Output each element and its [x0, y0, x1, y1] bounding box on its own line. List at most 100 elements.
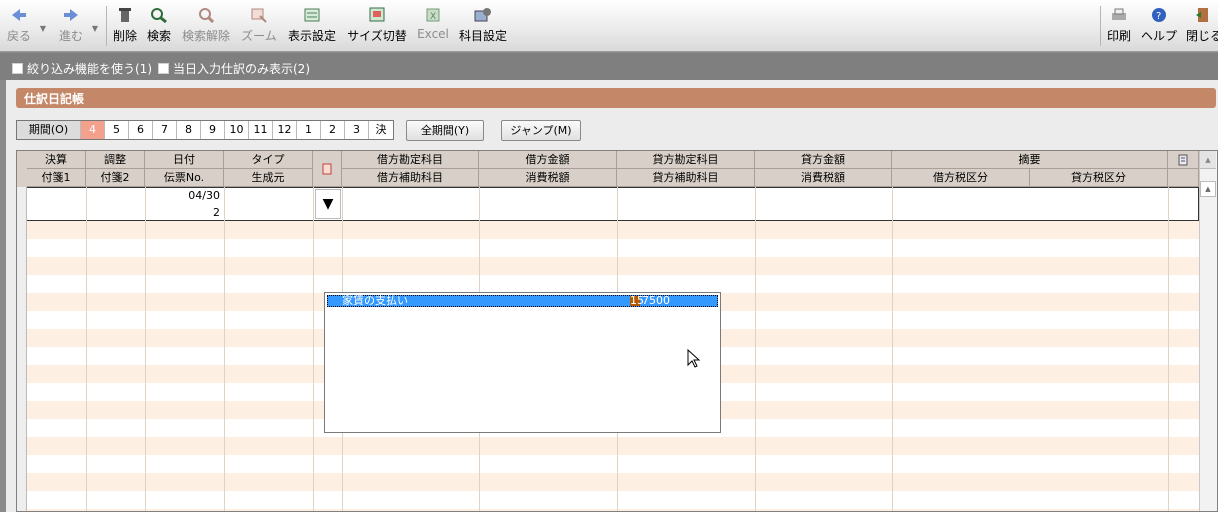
month-6[interactable]: 6 [129, 121, 153, 139]
back-arrow-icon [12, 9, 26, 21]
column-divider [224, 187, 225, 511]
header-memo[interactable] [1168, 151, 1199, 169]
journal-app: 戻る ▼ 進む ▼ 削除 検索 検索解除 ズーム 表示設定 サイズ切替 X Ex… [0, 0, 1218, 512]
header-credit-sub-account[interactable]: 貸方補助科目 [617, 169, 755, 187]
header-tag1[interactable]: 付箋1 [27, 169, 86, 187]
today-only-checkbox[interactable]: 当日入力仕訳のみ表示(2) [158, 60, 310, 77]
month-7[interactable]: 7 [153, 121, 177, 139]
account-settings-icon [474, 8, 491, 22]
journal-panel: 仕訳日記帳 期間(O) 4 5 6 7 8 9 10 11 12 1 2 3 決… [6, 80, 1218, 512]
back-dropdown-icon[interactable]: ▼ [40, 24, 46, 33]
use-filter-checkbox[interactable]: 絞り込み機能を使う(1) [12, 60, 152, 77]
zoom-button[interactable]: ズーム [240, 4, 278, 48]
code-highlight: 15 [630, 294, 644, 307]
column-divider [313, 187, 314, 511]
header-description[interactable]: 摘要 [892, 151, 1168, 169]
forward-button[interactable]: 進む ▼ [56, 4, 98, 48]
account-dropdown-list[interactable]: 家賃の支払い 15 7500 [324, 292, 721, 433]
header-tag2[interactable]: 付箋2 [86, 169, 145, 187]
header-debit-sub-account[interactable]: 借方補助科目 [342, 169, 479, 187]
display-settings-button[interactable]: 表示設定 [286, 4, 338, 48]
help-button[interactable]: ? ヘルプ [1140, 4, 1178, 48]
chevron-down-icon: ▼ [322, 196, 334, 212]
magnifier-icon [151, 8, 167, 23]
column-divider [86, 187, 87, 511]
scroll-up-arrow-icon[interactable]: ▲ [1200, 181, 1216, 197]
size-toggle-icon [369, 7, 385, 22]
period-selector: 期間(O) 4 5 6 7 8 9 10 11 12 1 2 3 決 [16, 120, 394, 140]
book-icon [322, 163, 332, 175]
header-debit-account[interactable]: 借方勘定科目 [342, 151, 479, 169]
close-button[interactable]: 閉じる [1186, 4, 1218, 48]
month-8[interactable]: 8 [177, 121, 201, 139]
search-button[interactable]: 検索 [144, 4, 174, 48]
vertical-scrollbar[interactable]: ▲ ▲ [1199, 151, 1217, 511]
forward-arrow-icon [64, 9, 78, 21]
month-closing[interactable]: 決 [369, 121, 393, 139]
column-divider [1168, 187, 1169, 511]
section-title: 仕訳日記帳 [16, 88, 1216, 108]
forward-dropdown-icon[interactable]: ▼ [92, 24, 98, 33]
month-5[interactable]: 5 [105, 121, 129, 139]
header-debit-tax[interactable]: 消費税額 [479, 169, 617, 187]
header-credit-tax-category[interactable]: 貸方税区分 [1030, 169, 1168, 187]
search-clear-icon [199, 8, 215, 23]
dropdown-item-rent[interactable]: 家賃の支払い 15 7500 [327, 295, 718, 307]
header-debit-amount[interactable]: 借方金額 [479, 151, 617, 169]
period-label[interactable]: 期間(O) [17, 121, 81, 139]
toolbar-separator [106, 6, 107, 46]
header-closing[interactable]: 決算 [27, 151, 86, 169]
header-date[interactable]: 日付 [145, 151, 224, 169]
account-settings-button[interactable]: 科目設定 [458, 4, 508, 48]
delete-button[interactable]: 削除 [110, 4, 140, 48]
header-adjust[interactable]: 調整 [86, 151, 145, 169]
header-voucher-no[interactable]: 伝票No. [145, 169, 224, 187]
column-divider [755, 187, 756, 511]
all-period-button[interactable]: 全期間(Y) [406, 120, 484, 141]
month-4[interactable]: 4 [81, 121, 105, 139]
date-cell[interactable]: 04/30 [145, 189, 223, 203]
row-header-column [17, 187, 27, 511]
month-10[interactable]: 10 [225, 121, 249, 139]
header-book[interactable] [313, 151, 342, 187]
zoom-icon [251, 8, 267, 23]
dropdown-toggle[interactable]: ▼ [315, 189, 341, 219]
filter-bar: 絞り込み機能を使う(1) 当日入力仕訳のみ表示(2) [0, 53, 1218, 80]
excel-button[interactable]: X Excel [416, 4, 450, 48]
voucher-no-cell[interactable]: 2 [145, 206, 223, 220]
month-3[interactable]: 3 [345, 121, 369, 139]
checkbox-box[interactable] [158, 63, 169, 74]
svg-text:?: ? [1156, 11, 1161, 22]
trash-icon [119, 8, 131, 22]
mouse-cursor-icon [687, 349, 701, 368]
checkbox-box[interactable] [12, 63, 23, 74]
header-memo-sub [1168, 169, 1199, 187]
size-toggle-button[interactable]: サイズ切替 [346, 4, 408, 48]
scroll-up-button[interactable]: ▲ [1200, 151, 1216, 169]
jump-button[interactable]: ジャンプ(M) [501, 120, 581, 141]
month-1[interactable]: 1 [297, 121, 321, 139]
header-credit-amount[interactable]: 貸方金額 [755, 151, 892, 169]
toolbar-separator [1100, 6, 1101, 46]
display-settings-icon [304, 8, 320, 22]
month-9[interactable]: 9 [201, 121, 225, 139]
printer-icon [1112, 8, 1126, 20]
header-source[interactable]: 生成元 [224, 169, 313, 187]
column-divider [145, 187, 146, 511]
exit-door-icon [1196, 8, 1208, 22]
header-credit-account[interactable]: 貸方勘定科目 [617, 151, 755, 169]
excel-icon: X [426, 8, 440, 22]
month-11[interactable]: 11 [249, 121, 273, 139]
header-debit-tax-category[interactable]: 借方税区分 [892, 169, 1030, 187]
column-divider [892, 187, 893, 511]
month-2[interactable]: 2 [321, 121, 345, 139]
print-button[interactable]: 印刷 [1104, 4, 1134, 48]
help-icon: ? [1152, 8, 1166, 22]
search-clear-button[interactable]: 検索解除 [182, 4, 230, 48]
month-12[interactable]: 12 [273, 121, 297, 139]
header-credit-tax[interactable]: 消費税額 [755, 169, 892, 187]
back-button[interactable]: 戻る ▼ [4, 4, 46, 48]
memo-icon [1178, 154, 1188, 166]
journal-grid: 決算 調整 日付 タイプ 借方勘定科目 借方金額 貸方勘定科目 貸方金額 摘要 … [16, 150, 1218, 512]
header-type[interactable]: タイプ [224, 151, 313, 169]
